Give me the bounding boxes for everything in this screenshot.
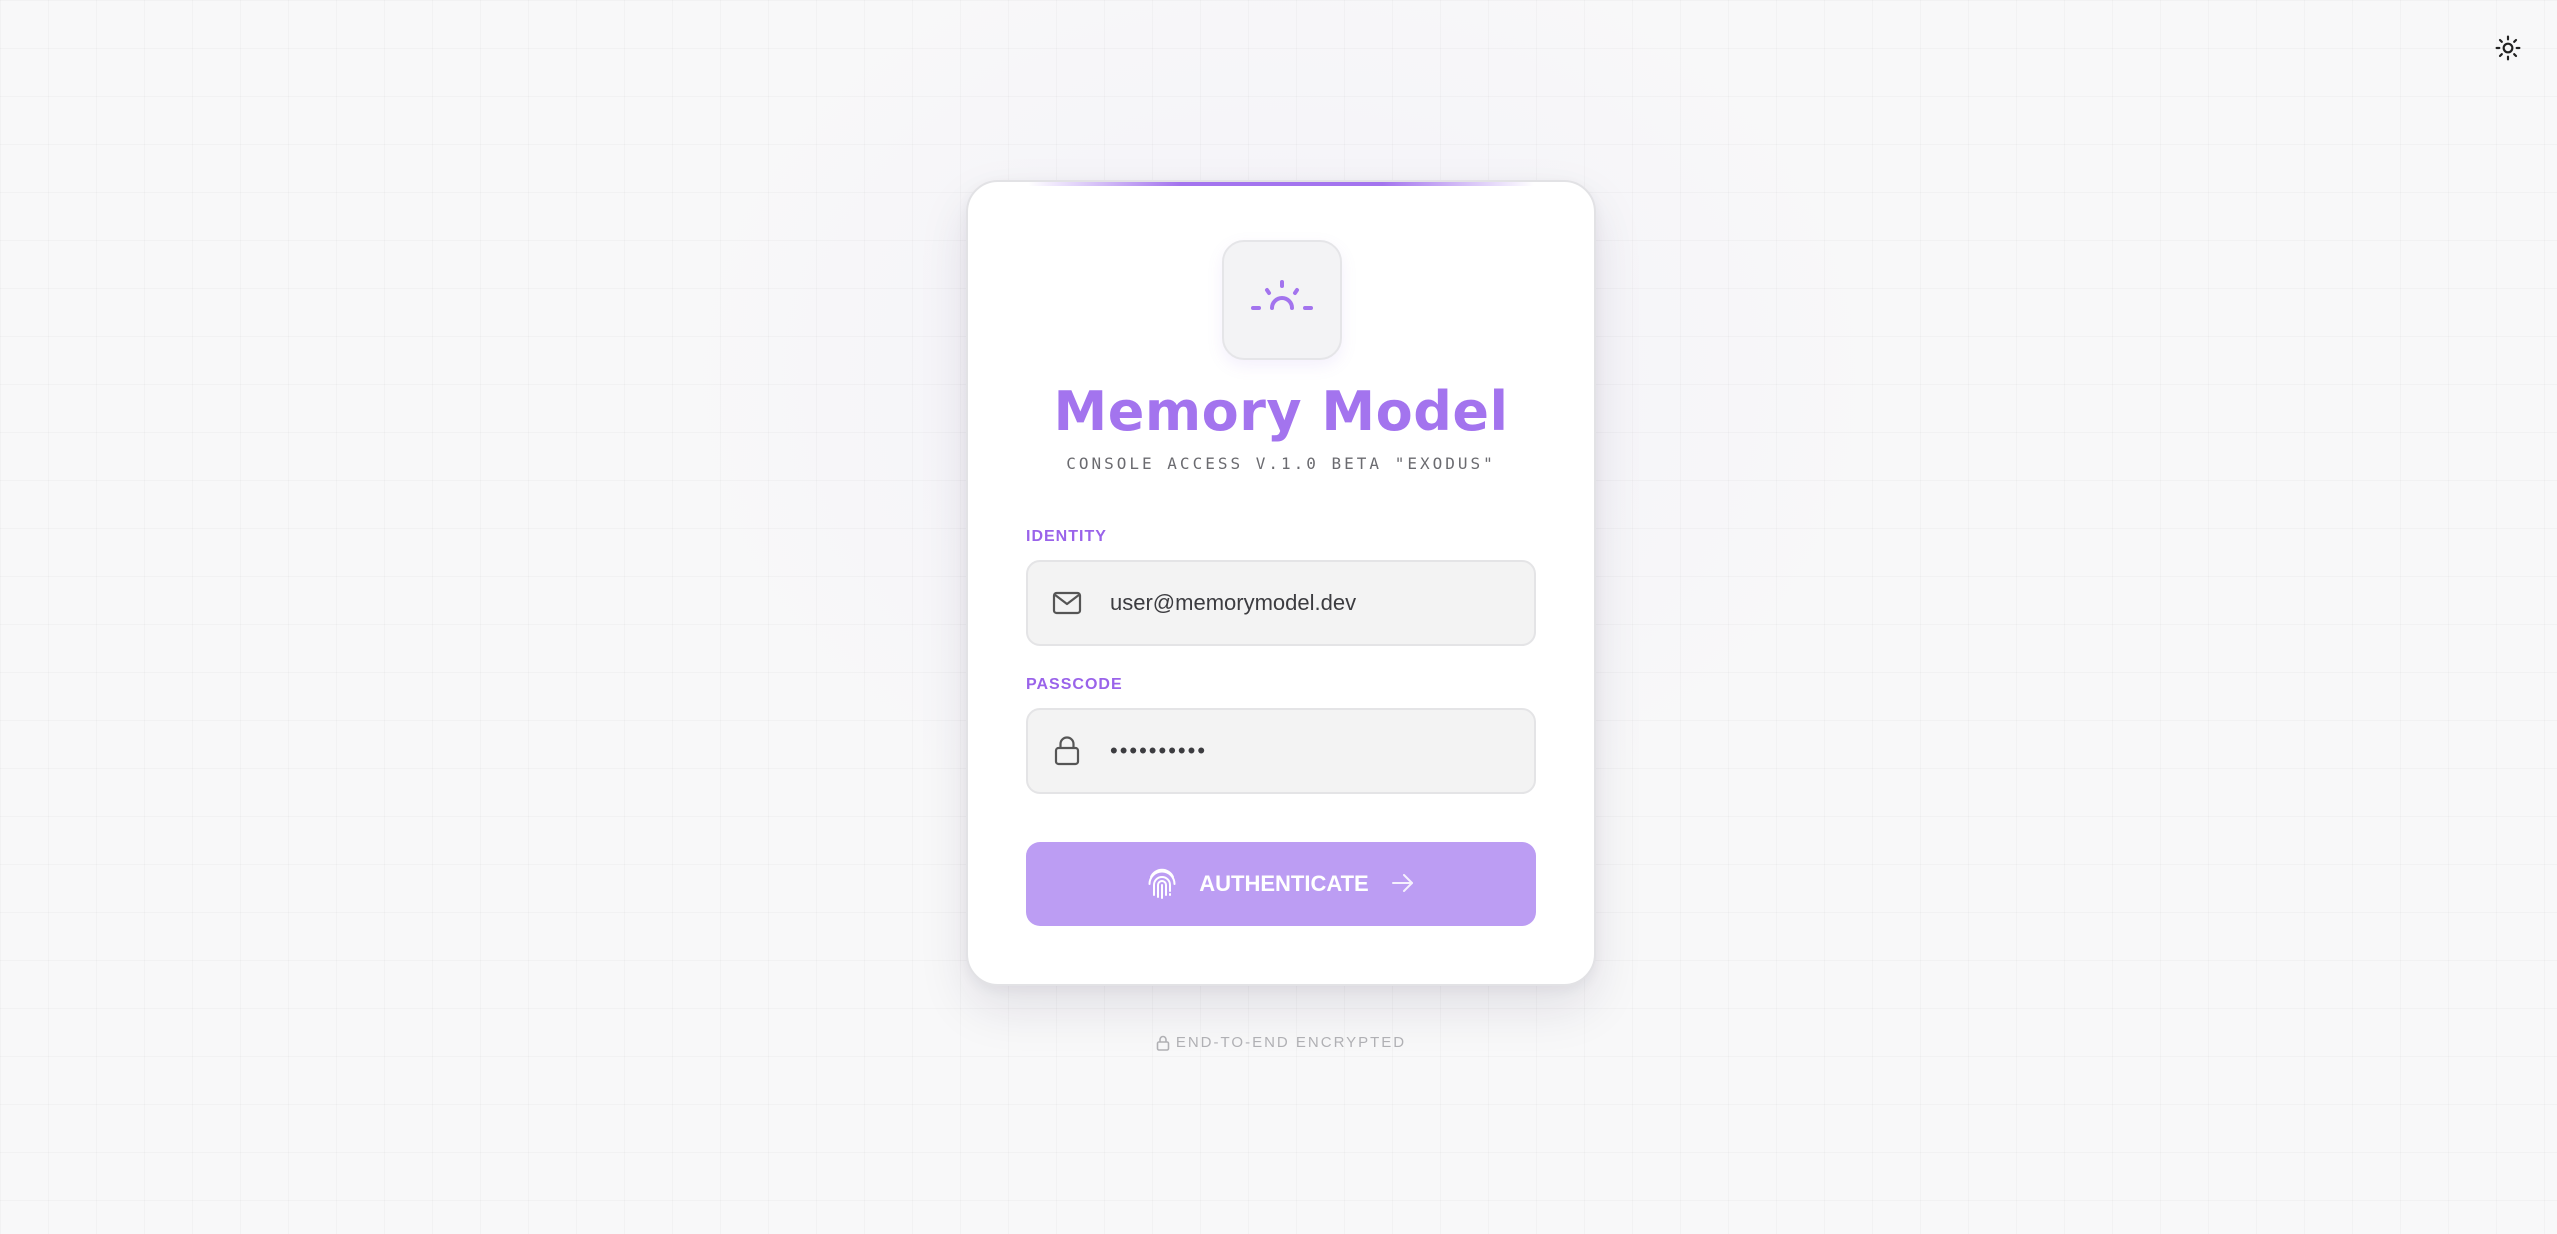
lock-icon bbox=[1156, 1035, 1170, 1051]
identity-label: IDENTITY bbox=[1026, 528, 1107, 545]
lock-icon bbox=[1050, 734, 1084, 768]
card-accent-line bbox=[1028, 182, 1534, 186]
login-card: Memory Model CONSOLE ACCESS V.1.0 BETA "… bbox=[966, 180, 1596, 986]
passcode-input[interactable] bbox=[1110, 738, 1510, 764]
passcode-label: PASSCODE bbox=[1026, 676, 1123, 693]
mail-icon bbox=[1050, 586, 1084, 620]
authenticate-button[interactable]: AUTHENTICATE bbox=[1026, 842, 1536, 926]
sunrise-icon bbox=[1250, 276, 1314, 324]
encryption-note: END-TO-END ENCRYPTED bbox=[966, 1034, 1596, 1051]
app-logo bbox=[1222, 240, 1342, 360]
identity-input[interactable] bbox=[1110, 590, 1510, 616]
app-subtitle: CONSOLE ACCESS V.1.0 BETA "EXODUS" bbox=[1066, 454, 1496, 473]
encryption-note-text: END-TO-END ENCRYPTED bbox=[1175, 1034, 1407, 1051]
app-title: Memory Model bbox=[1053, 380, 1509, 443]
theme-toggle-button[interactable] bbox=[2490, 32, 2526, 68]
fingerprint-icon bbox=[1147, 867, 1177, 902]
sun-icon bbox=[2495, 35, 2521, 65]
authenticate-label: AUTHENTICATE bbox=[1199, 871, 1369, 896]
identity-field[interactable] bbox=[1026, 560, 1536, 646]
passcode-field[interactable] bbox=[1026, 708, 1536, 794]
arrow-right-icon bbox=[1391, 873, 1415, 896]
